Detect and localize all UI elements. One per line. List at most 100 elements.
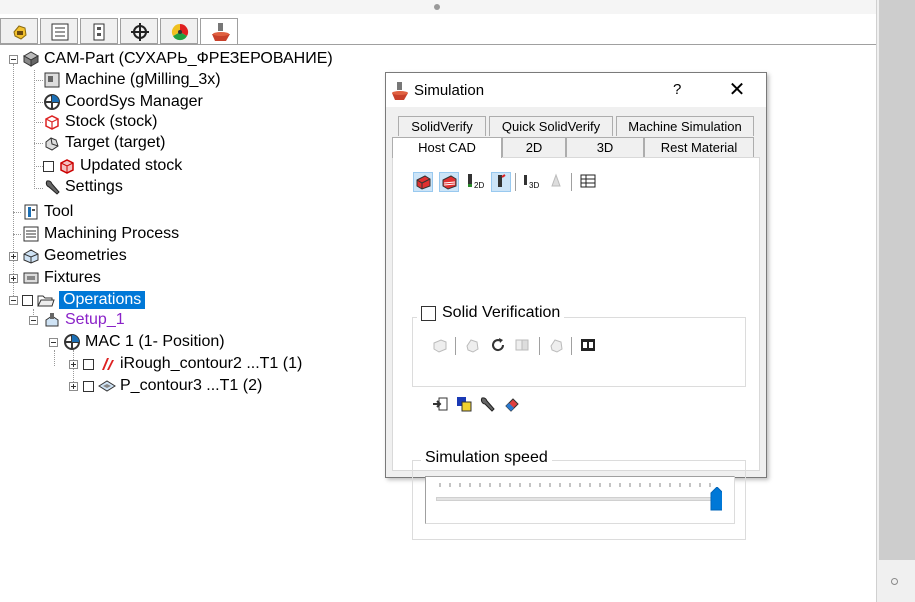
tool-label: Tool bbox=[44, 203, 74, 220]
tab-machine-simulation[interactable]: Machine Simulation bbox=[616, 116, 754, 136]
color-wheel-icon bbox=[171, 23, 189, 41]
op2-expand[interactable] bbox=[69, 382, 78, 391]
scrollbar-thumb[interactable] bbox=[879, 0, 915, 560]
top-strip bbox=[0, 0, 876, 14]
host-cad-pane: 2D 3D Solid Verification Simulation spee… bbox=[392, 157, 760, 540]
grip-dot bbox=[434, 4, 440, 10]
tool-2d-icon: 2D bbox=[468, 174, 484, 190]
report-button[interactable] bbox=[579, 172, 599, 192]
tool-3d-button[interactable]: 3D bbox=[521, 172, 541, 192]
tree-item-machine[interactable]: Machine (gMilling_3x) bbox=[43, 70, 221, 90]
tree-item-mac[interactable]: MAC 1 (1- Position) bbox=[63, 332, 225, 352]
tree-tab[interactable] bbox=[80, 18, 118, 44]
tool-icon bbox=[24, 204, 38, 220]
setup-collapse[interactable] bbox=[29, 316, 38, 325]
help-button[interactable]: ? bbox=[673, 81, 681, 98]
geometries-expand[interactable] bbox=[9, 252, 18, 261]
slider-thumb[interactable] bbox=[710, 487, 722, 511]
tree-item-target[interactable]: Target (target) bbox=[43, 133, 165, 153]
fixtures-expand[interactable] bbox=[9, 274, 18, 283]
operations-checkbox[interactable] bbox=[22, 294, 33, 306]
close-button[interactable]: ✕ bbox=[724, 77, 750, 103]
sv-hand2-button bbox=[547, 336, 567, 356]
compare-icon bbox=[515, 339, 529, 351]
solid-view-button[interactable] bbox=[413, 172, 433, 192]
import-button[interactable] bbox=[431, 395, 451, 415]
tree-root[interactable]: CAM-Part (СУХАРЬ_ФРЕЗЕРОВАНИЕ) bbox=[22, 49, 333, 69]
tab-quick-solidverify[interactable]: Quick SolidVerify bbox=[489, 116, 613, 136]
stock-label: Stock (stock) bbox=[65, 113, 158, 130]
tools-button[interactable] bbox=[479, 395, 499, 415]
fixtures-icon bbox=[23, 272, 39, 284]
layered-block-icon bbox=[442, 175, 457, 190]
list-tab[interactable] bbox=[40, 18, 78, 44]
tree-icon bbox=[93, 23, 105, 41]
mac-label: MAC 1 (1- Position) bbox=[85, 333, 225, 350]
tab-solidverify[interactable]: SolidVerify bbox=[398, 116, 486, 136]
tree-item-geometries[interactable]: Geometries bbox=[22, 246, 127, 266]
eraser-button[interactable] bbox=[503, 395, 523, 415]
tab-host-cad[interactable]: Host CAD bbox=[392, 137, 502, 158]
simulation-tab[interactable] bbox=[200, 18, 238, 45]
color-button[interactable] bbox=[455, 395, 475, 415]
tab-3d[interactable]: 3D bbox=[566, 137, 644, 157]
wrench-icon bbox=[45, 180, 60, 195]
tree-item-fixtures[interactable]: Fixtures bbox=[22, 268, 101, 288]
setup-label: Setup_1 bbox=[65, 311, 125, 328]
op1-label: iRough_contour2 ...T1 (1) bbox=[120, 355, 303, 372]
tool-2d-button[interactable]: 2D bbox=[465, 172, 485, 192]
irough-icon bbox=[102, 358, 114, 370]
updated-stock-checkbox[interactable] bbox=[43, 160, 54, 172]
scrollbar-grip-dot bbox=[891, 578, 898, 585]
tree-item-stock[interactable]: Stock (stock) bbox=[43, 112, 157, 132]
tree-item-op2[interactable]: P_contour3 ...T1 (2) bbox=[83, 376, 262, 396]
crosshair-tab[interactable] bbox=[120, 18, 158, 44]
target-label: Target (target) bbox=[65, 134, 166, 151]
settings-label: Settings bbox=[65, 178, 123, 195]
svg-text:3D: 3D bbox=[529, 181, 539, 190]
op2-checkbox[interactable] bbox=[83, 380, 94, 392]
tree-item-op1[interactable]: iRough_contour2 ...T1 (1) bbox=[83, 354, 302, 374]
root-label: CAM-Part (СУХАРЬ_ФРЕЗЕРОВАНИЕ) bbox=[44, 50, 333, 67]
color-wheel-tab[interactable] bbox=[160, 18, 198, 44]
dialog-title-bar[interactable]: Simulation ? ✕ bbox=[386, 73, 766, 107]
solid-verification-checkbox[interactable] bbox=[421, 305, 436, 321]
op1-checkbox[interactable] bbox=[83, 358, 94, 370]
operations-label: Operations bbox=[59, 291, 146, 309]
tab-2d[interactable]: 2D bbox=[502, 137, 566, 157]
op1-expand[interactable] bbox=[69, 360, 78, 369]
operations-collapse[interactable] bbox=[9, 296, 18, 305]
root-collapse[interactable] bbox=[9, 55, 18, 64]
sv-refresh-button[interactable] bbox=[489, 336, 509, 356]
geometries-icon bbox=[23, 249, 39, 264]
svg-text:2D: 2D bbox=[474, 181, 484, 190]
hand-tab[interactable] bbox=[0, 18, 38, 44]
folder-open-icon bbox=[37, 295, 55, 307]
solid-verification-header[interactable]: Solid Verification bbox=[417, 304, 565, 322]
panel-tab-bar bbox=[0, 18, 240, 45]
tree-item-coordsys[interactable]: CoordSys Manager bbox=[43, 92, 203, 112]
layered-view-button[interactable] bbox=[439, 172, 459, 192]
tree-item-updated-stock[interactable]: Updated stock bbox=[43, 156, 182, 176]
vertical-scrollbar[interactable] bbox=[876, 0, 915, 602]
tree-item-setup[interactable]: Setup_1 bbox=[43, 310, 125, 330]
tool-button[interactable] bbox=[491, 172, 511, 192]
tree-item-tool[interactable]: Tool bbox=[22, 202, 73, 222]
mac-collapse[interactable] bbox=[49, 338, 58, 347]
split-icon bbox=[581, 339, 595, 351]
sv-box-button bbox=[431, 336, 451, 356]
contour-icon bbox=[98, 380, 116, 392]
simulation-dialog: Simulation ? ✕ SolidVerify Quick SolidVe… bbox=[385, 72, 767, 540]
dialog-title: Simulation bbox=[414, 82, 485, 99]
simulation-icon bbox=[212, 23, 230, 41]
target-icon bbox=[45, 137, 59, 151]
tree-item-operations[interactable]: Operations bbox=[22, 290, 146, 310]
tab-rest-material[interactable]: Rest Material bbox=[644, 137, 754, 157]
sv-split-button[interactable] bbox=[579, 336, 599, 356]
tree-item-settings[interactable]: Settings bbox=[43, 177, 123, 197]
tree-item-machining-process[interactable]: Machining Process bbox=[22, 224, 179, 244]
simulation-speed-header: Simulation speed bbox=[421, 449, 552, 467]
red-block-icon bbox=[416, 175, 431, 190]
cam-tree: CAM-Part (СУХАРЬ_ФРЕЗЕРОВАНИЕ) Machine (… bbox=[0, 48, 380, 408]
simulation-speed-slider[interactable] bbox=[425, 476, 735, 524]
